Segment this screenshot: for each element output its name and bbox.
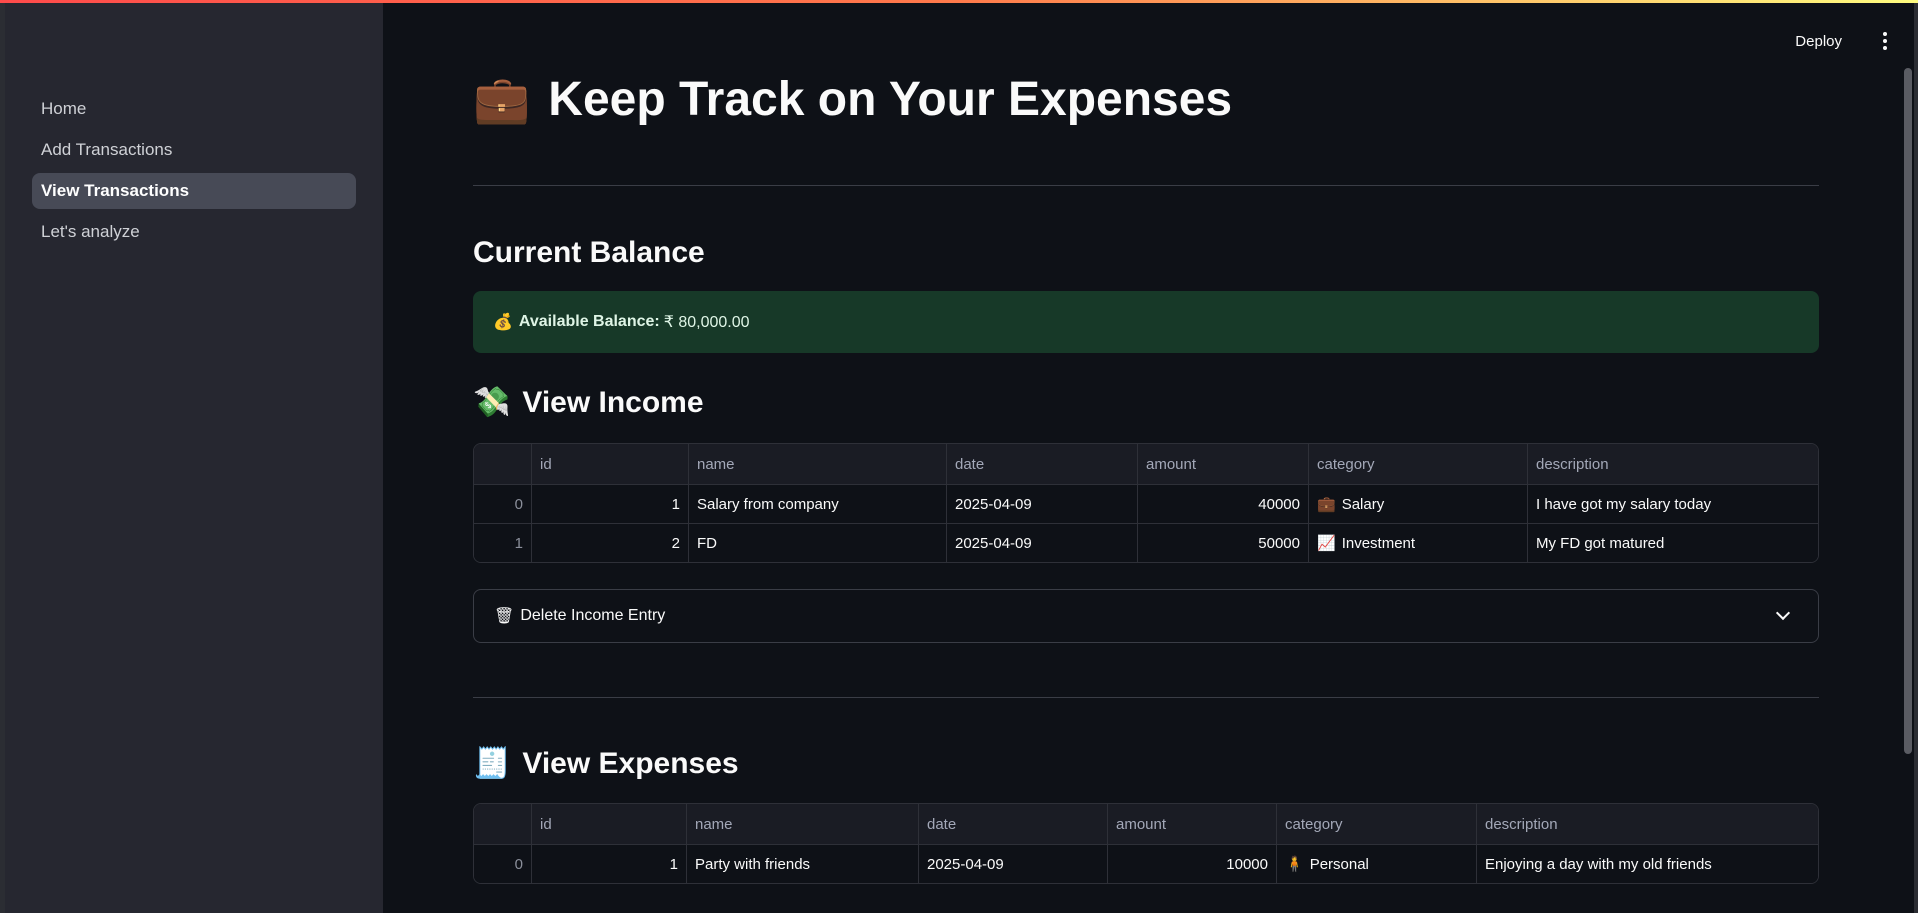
sidebar-item-home[interactable]: Home <box>32 91 356 127</box>
divider-middle <box>473 697 1819 698</box>
window-right-edge <box>1914 0 1918 913</box>
table-row[interactable]: 0 1 Salary from company 2025-04-09 40000… <box>474 484 1818 523</box>
column-header-amount[interactable]: amount <box>1137 444 1308 484</box>
cell-id[interactable]: 2 <box>531 524 688 562</box>
person-standing-icon: 🧍 <box>1285 856 1304 873</box>
category-text: Salary <box>1341 495 1385 513</box>
cell-name[interactable]: FD <box>688 524 946 562</box>
delete-income-expander[interactable]: 🗑 Delete Income Entry <box>473 589 1819 643</box>
cell-category[interactable]: 💼 Salary <box>1308 485 1527 523</box>
column-header-category[interactable]: category <box>1308 444 1527 484</box>
column-header-index[interactable] <box>474 444 531 484</box>
receipt-icon: 🧾 <box>473 747 511 780</box>
column-header-id[interactable]: id <box>531 444 688 484</box>
expenses-heading-text: View Expenses <box>522 746 739 780</box>
balance-alert: 💰 Available Balance: ₹ 80,000.00 <box>473 291 1819 353</box>
chart-increasing-icon: 📈 <box>1317 535 1336 552</box>
column-header-category[interactable]: category <box>1276 804 1476 844</box>
income-heading-text: View Income <box>522 385 704 419</box>
cell-category[interactable]: 📈 Investment <box>1308 524 1527 562</box>
page-title: 💼 Keep Track on Your Expenses <box>473 72 1232 127</box>
delete-income-label: Delete Income Entry <box>520 607 666 624</box>
sidebar-nav: Home Add Transactions View Transactions … <box>32 91 356 255</box>
balance-heading: Current Balance <box>473 236 705 270</box>
cell-description[interactable]: My FD got matured <box>1527 524 1818 562</box>
money-wings-icon: 💸 <box>473 386 511 419</box>
row-index: 0 <box>514 855 523 873</box>
window-left-edge <box>0 0 5 913</box>
sidebar-item-view-transactions[interactable]: View Transactions <box>32 173 356 209</box>
column-header-description[interactable]: description <box>1527 444 1818 484</box>
divider-top <box>473 185 1819 186</box>
cell-category[interactable]: 🧍 Personal <box>1276 845 1476 883</box>
cell-amount[interactable]: 50000 <box>1137 524 1308 562</box>
table-row[interactable]: 0 1 Party with friends 2025-04-09 10000 … <box>474 844 1818 883</box>
cell-id[interactable]: 1 <box>531 845 686 883</box>
column-header-date[interactable]: date <box>918 804 1107 844</box>
money-bag-icon: 💰 <box>493 314 513 331</box>
column-header-name[interactable]: name <box>686 804 918 844</box>
balance-label: Available Balance: <box>518 313 660 330</box>
sidebar: Home Add Transactions View Transactions … <box>5 0 383 913</box>
cell-description[interactable]: I have got my salary today <box>1527 485 1818 523</box>
main-scrollbar[interactable] <box>1904 68 1912 754</box>
page-title-text: Keep Track on Your Expenses <box>548 73 1233 126</box>
cell-date[interactable]: 2025-04-09 <box>946 524 1137 562</box>
top-accent-bar <box>0 0 1918 3</box>
cell-amount[interactable]: 10000 <box>1107 845 1276 883</box>
expenses-table[interactable]: id name date amount category description… <box>473 803 1819 884</box>
row-index: 0 <box>514 495 523 513</box>
category-text: Investment <box>1341 534 1416 552</box>
briefcase-icon: 💼 <box>473 73 531 125</box>
cell-date[interactable]: 2025-04-09 <box>918 845 1107 883</box>
income-heading: 💸 View Income <box>473 385 704 420</box>
main-menu-icon[interactable] <box>1872 28 1898 54</box>
column-header-index[interactable] <box>474 804 531 844</box>
row-index: 1 <box>514 534 523 552</box>
cell-description[interactable]: Enjoying a day with my old friends <box>1476 845 1818 883</box>
cell-name[interactable]: Party with friends <box>686 845 918 883</box>
cell-date[interactable]: 2025-04-09 <box>946 485 1137 523</box>
income-table[interactable]: id name date amount category description… <box>473 443 1819 563</box>
sidebar-item-add-transactions[interactable]: Add Transactions <box>32 132 356 168</box>
column-header-description[interactable]: description <box>1476 804 1818 844</box>
column-header-date[interactable]: date <box>946 444 1137 484</box>
sidebar-item-lets-analyze[interactable]: Let's analyze <box>32 214 356 250</box>
column-header-name[interactable]: name <box>688 444 946 484</box>
column-header-amount[interactable]: amount <box>1107 804 1276 844</box>
cell-amount[interactable]: 40000 <box>1137 485 1308 523</box>
briefcase-icon: 💼 <box>1317 496 1336 513</box>
category-text: Personal <box>1309 855 1369 873</box>
cell-id[interactable]: 1 <box>531 485 688 523</box>
wastebasket-icon: 🗑 <box>494 608 515 625</box>
balance-value: ₹ 80,000.00 <box>663 314 750 331</box>
table-row[interactable]: 1 2 FD 2025-04-09 50000 📈 Investment My … <box>474 523 1818 562</box>
table-header-row: id name date amount category description <box>474 444 1818 484</box>
column-header-id[interactable]: id <box>531 804 686 844</box>
balance-heading-text: Current Balance <box>473 236 705 269</box>
chevron-down-icon <box>1775 605 1791 621</box>
deploy-button[interactable]: Deploy <box>1795 33 1842 50</box>
cell-name[interactable]: Salary from company <box>688 485 946 523</box>
expenses-heading: 🧾 View Expenses <box>473 746 739 781</box>
table-header-row: id name date amount category description <box>474 804 1818 844</box>
header-actions: Deploy <box>1795 28 1918 54</box>
